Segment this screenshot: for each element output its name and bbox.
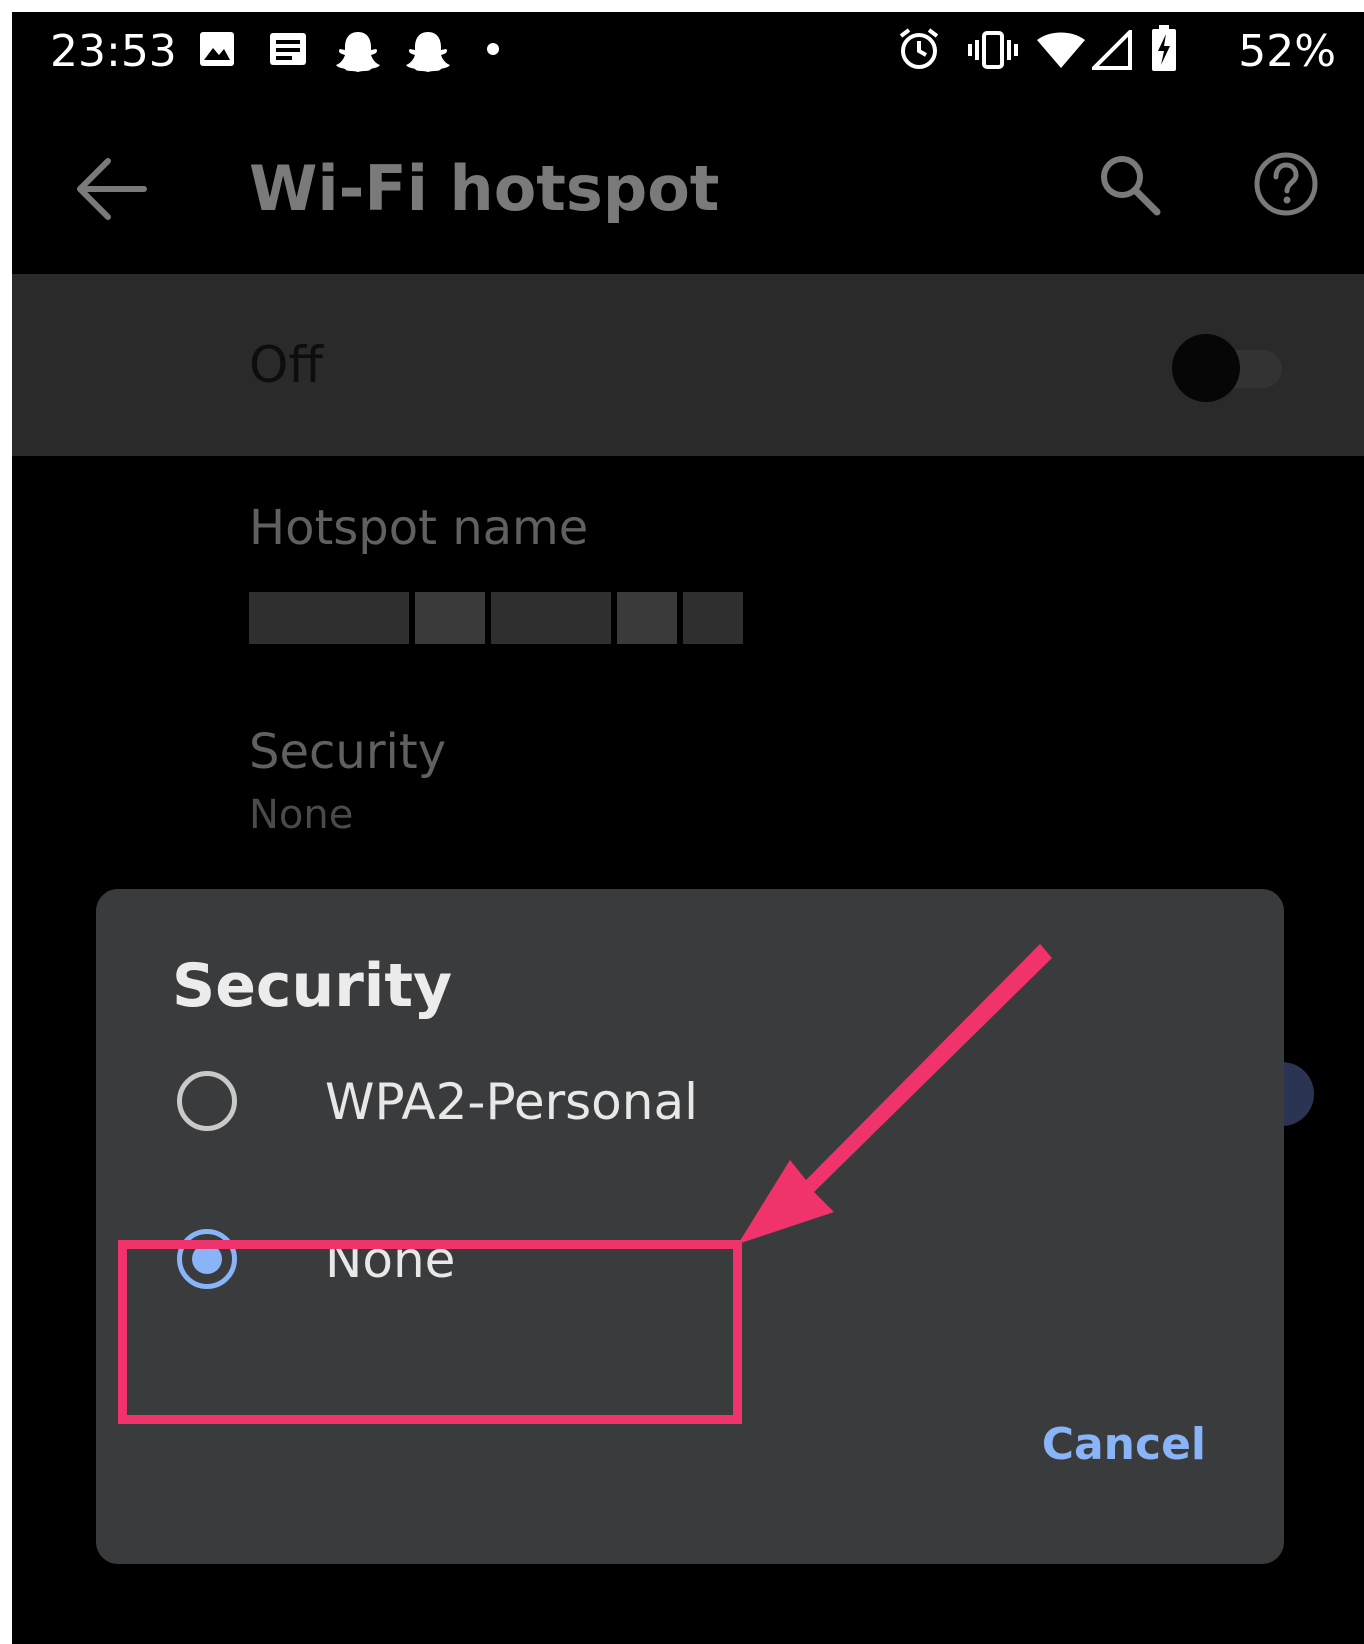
phone-screen: 23:53 52% Wi-Fi hotspot Off Hotspot name… bbox=[12, 12, 1364, 1644]
annotation-arrow-icon bbox=[738, 944, 1052, 1244]
